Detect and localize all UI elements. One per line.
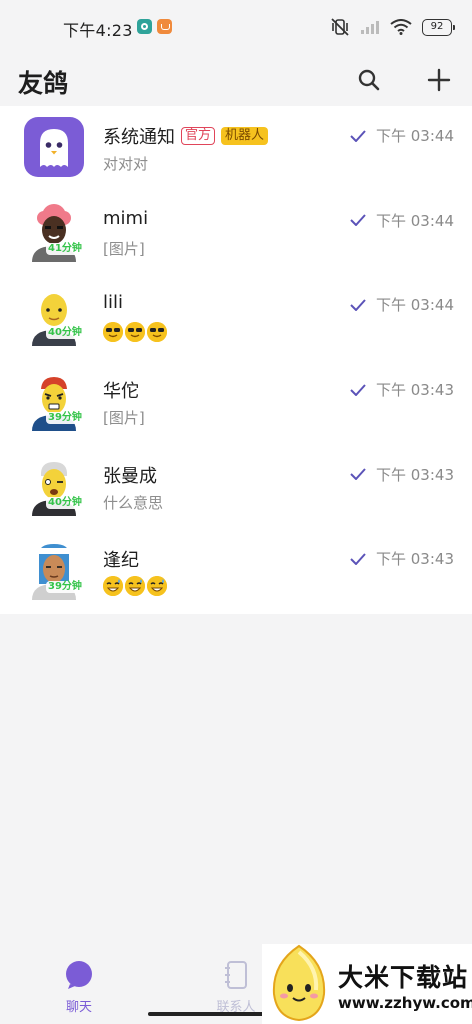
watermark-title: 大米下载站 xyxy=(338,963,469,992)
chat-meta: 下午 03:43 xyxy=(350,379,454,400)
chat-name: 系统通知 xyxy=(103,127,175,148)
chat-item-zhangmancheng[interactable]: 40分钟 张曼成 什么意思 下午 03:43 xyxy=(0,445,472,530)
tab-chat[interactable]: 聊天 xyxy=(39,960,119,1015)
sweat-smile-emoji-icon xyxy=(125,576,145,597)
page-title: 友鸽 xyxy=(18,69,69,98)
chat-time: 下午 03:43 xyxy=(376,465,454,484)
official-badge: 官方 xyxy=(181,127,216,145)
signal-icon xyxy=(361,21,379,34)
chat-preview: [图片] xyxy=(103,239,145,258)
bot-ghost-icon xyxy=(24,117,84,177)
read-check-icon xyxy=(350,553,366,565)
read-check-icon xyxy=(350,468,366,481)
status-bar: 下午4:23 92 xyxy=(0,0,472,56)
rice-mascot-logo-icon xyxy=(272,944,326,1022)
chat-preview: 对对对 xyxy=(103,155,149,173)
sunglasses-emoji-icon xyxy=(125,322,145,343)
add-button[interactable] xyxy=(421,62,457,98)
chat-preview xyxy=(103,576,167,597)
chat-time: 下午 03:44 xyxy=(376,127,454,145)
mute-vibrate-icon xyxy=(331,18,349,36)
chat-name: mimi xyxy=(103,207,149,229)
chat-preview xyxy=(103,322,167,343)
chat-item-lili[interactable]: 40分钟 lili 下午 03:44 xyxy=(0,275,472,360)
chat-preview: [图片] xyxy=(103,409,145,428)
contacts-book-icon xyxy=(225,961,247,989)
sunglasses-emoji-icon xyxy=(147,322,167,343)
app-notification-icon xyxy=(137,19,152,34)
sunglasses-emoji-icon xyxy=(103,322,123,343)
online-duration-badge: 40分钟 xyxy=(46,327,84,340)
chat-bubble-icon xyxy=(66,961,92,989)
plus-icon xyxy=(427,68,451,92)
online-duration-badge: 40分钟 xyxy=(46,496,84,509)
chat-name: 逢纪 xyxy=(103,550,139,572)
chat-name-row: 华佗 xyxy=(103,377,139,403)
wifi-icon xyxy=(390,19,412,35)
chat-time: 下午 03:44 xyxy=(376,296,454,315)
chat-list: 系统通知 官方 机器人 对对对 下午 03:44 41分钟 mimi [图片] … xyxy=(0,106,472,615)
chat-preview: 什么意思 xyxy=(103,493,164,512)
status-time: 下午4:23 xyxy=(63,21,133,40)
sweat-smile-emoji-icon xyxy=(147,576,167,597)
chat-time: 下午 03:44 xyxy=(376,211,454,230)
chat-name-row: 逢纪 xyxy=(103,546,139,572)
online-duration-badge: 39分钟 xyxy=(46,581,84,594)
shopping-notification-icon xyxy=(157,19,172,34)
chat-meta: 下午 03:44 xyxy=(350,125,454,146)
chat-name-row: 系统通知 官方 机器人 xyxy=(103,123,269,149)
read-check-icon xyxy=(350,214,366,227)
chat-time: 下午 03:43 xyxy=(376,381,454,400)
tab-label: 聊天 xyxy=(65,1000,92,1015)
app-header: 友鸽 xyxy=(0,56,472,106)
read-check-icon xyxy=(350,129,366,142)
online-duration-badge: 39分钟 xyxy=(46,412,84,425)
robot-badge: 机器人 xyxy=(221,127,269,145)
chat-meta: 下午 03:43 xyxy=(350,548,454,569)
system-icons: 92 xyxy=(330,17,455,37)
chat-item-system-notice[interactable]: 系统通知 官方 机器人 对对对 下午 03:44 xyxy=(0,106,472,191)
chat-name-row: lili xyxy=(103,292,123,313)
chat-name: 张曼成 xyxy=(103,465,157,487)
battery-indicator: 92 xyxy=(422,18,455,36)
chat-name-row: 张曼成 xyxy=(103,462,157,488)
watermark-url: www.zzhyw.com xyxy=(338,994,472,1012)
chat-time: 下午 03:43 xyxy=(376,550,454,569)
chat-name: 华佗 xyxy=(103,381,139,403)
chat-item-mimi[interactable]: 41分钟 mimi [图片] 下午 03:44 xyxy=(0,191,472,276)
avatar xyxy=(24,117,84,177)
chat-meta: 下午 03:44 xyxy=(350,210,454,231)
chat-meta: 下午 03:43 xyxy=(350,464,454,485)
online-duration-badge: 41分钟 xyxy=(46,242,84,255)
site-watermark: 大米下载站 www.zzhyw.com xyxy=(262,944,472,1024)
sweat-smile-emoji-icon xyxy=(103,576,123,597)
chat-item-fengji[interactable]: 39分钟 逢纪 下午 03:43 xyxy=(0,529,472,614)
read-check-icon xyxy=(350,383,366,396)
read-check-icon xyxy=(350,299,366,311)
search-icon xyxy=(358,69,380,91)
chat-name-row: mimi xyxy=(103,208,148,229)
chat-item-huatuo[interactable]: 39分钟 华佗 [图片] 下午 03:43 xyxy=(0,360,472,445)
chat-meta: 下午 03:44 xyxy=(350,294,454,315)
search-button[interactable] xyxy=(351,62,387,98)
chat-name: lili xyxy=(103,292,124,314)
